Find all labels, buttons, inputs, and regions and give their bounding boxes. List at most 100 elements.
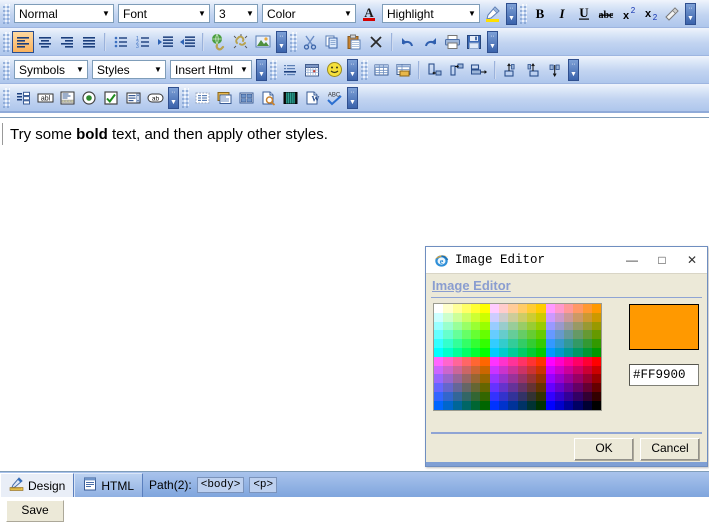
color-swatch[interactable] [434,347,444,357]
color-swatch[interactable] [434,330,444,340]
color-swatch[interactable] [526,321,537,331]
color-swatch[interactable] [443,304,453,313]
italic-button[interactable]: I [551,3,573,25]
insert-html-combo[interactable]: Insert Html ▼ [170,60,252,79]
color-swatch[interactable] [508,400,518,410]
color-swatch[interactable] [434,365,444,375]
toolbar-grip[interactable] [270,59,277,80]
word-paste-button[interactable]: W [301,87,323,109]
color-swatch[interactable] [592,347,602,357]
color-swatch[interactable] [480,330,490,340]
color-swatch[interactable] [592,374,602,384]
color-swatch[interactable] [452,304,462,313]
color-swatch[interactable] [573,347,583,357]
color-swatch[interactable] [564,304,574,313]
color-swatch[interactable] [573,400,583,410]
color-swatch[interactable] [582,347,593,357]
color-swatch[interactable] [471,356,481,366]
color-swatch[interactable] [592,330,602,340]
minimize-icon[interactable]: — [617,247,647,273]
color-swatch[interactable] [471,347,481,357]
color-swatch[interactable] [526,304,537,313]
path-tag-p[interactable]: <p> [249,477,278,493]
color-swatch[interactable] [471,321,481,331]
color-swatch[interactable] [554,339,565,348]
color-swatch[interactable] [508,391,518,401]
color-swatch[interactable] [592,365,602,375]
color-swatch[interactable] [499,365,509,375]
color-swatch[interactable] [545,347,555,357]
save-button-toolbar[interactable] [463,31,485,53]
highlight-combo[interactable]: Highlight ▼ [382,4,480,23]
color-swatch[interactable] [499,312,509,322]
bold-button[interactable]: B [529,3,551,25]
color-swatch[interactable] [461,356,472,366]
toolbar-grip[interactable] [361,59,368,80]
color-swatch[interactable] [499,347,509,357]
align-justify-button[interactable] [78,31,100,53]
color-swatch[interactable] [499,391,509,401]
ok-button[interactable]: OK [574,438,634,461]
color-swatch[interactable] [545,391,555,401]
color-swatch[interactable] [526,356,537,366]
color-swatch[interactable] [536,347,546,357]
color-swatch[interactable] [489,400,500,410]
paste-button[interactable] [343,31,365,53]
radio-button-button[interactable] [78,87,100,109]
color-swatch[interactable] [573,356,583,366]
color-swatch[interactable] [526,391,537,401]
color-swatch[interactable] [499,321,509,331]
color-swatch[interactable] [592,312,602,322]
color-swatch[interactable] [499,356,509,366]
color-swatch[interactable] [526,383,537,392]
color-swatch[interactable] [582,374,593,384]
color-swatch[interactable] [489,321,500,331]
color-swatch[interactable] [443,347,453,357]
color-swatch[interactable] [480,321,490,331]
color-swatch[interactable] [554,374,565,384]
underline-button[interactable]: U [573,3,595,25]
dialog-title-bar[interactable]: e Image Editor — □ ✕ [426,247,707,274]
color-swatch[interactable] [480,339,490,348]
color-swatch[interactable] [452,400,462,410]
textarea-button[interactable] [56,87,78,109]
toolbar-grip[interactable] [290,31,297,52]
color-swatch[interactable] [526,400,537,410]
color-swatch[interactable] [508,383,518,392]
color-swatch[interactable] [489,330,500,340]
color-swatch[interactable] [499,374,509,384]
color-swatch[interactable] [489,383,500,392]
color-swatch[interactable] [434,312,444,322]
color-swatch[interactable] [564,330,574,340]
color-swatch[interactable] [545,321,555,331]
insert-table-button[interactable] [370,59,392,81]
fontsize-combo[interactable]: 3 ▼ [214,4,258,23]
editor-content[interactable]: Try some bold text, and then apply other… [10,126,328,143]
merge-cells-button[interactable] [468,59,490,81]
color-swatch[interactable] [517,312,527,322]
color-swatch[interactable] [461,391,472,401]
color-swatch[interactable] [480,391,490,401]
color-swatch[interactable] [443,330,453,340]
color-swatch[interactable] [471,374,481,384]
eraser-icon[interactable] [661,3,683,25]
color-swatch[interactable] [573,330,583,340]
toolbar-grip[interactable] [3,31,10,52]
color-swatch[interactable] [573,321,583,331]
color-swatch[interactable] [536,321,546,331]
color-swatch[interactable] [508,304,518,313]
color-swatch[interactable] [508,347,518,357]
align-center-button[interactable] [34,31,56,53]
color-swatch[interactable] [452,374,462,384]
color-swatch[interactable] [573,383,583,392]
toolbar-grip[interactable] [182,87,189,108]
toolbar-overflow-button[interactable]: ·· ▼ [506,2,517,25]
color-swatch[interactable] [526,347,537,357]
color-swatch[interactable] [471,330,481,340]
color-swatch[interactable] [480,347,490,357]
insert-column-left-button[interactable] [500,59,522,81]
color-swatch[interactable] [471,383,481,392]
toolbar-overflow-button[interactable]: ·· ▼ [685,2,696,25]
superscript-button[interactable]: x2 [617,3,639,25]
numbered-list-button[interactable]: 123 [132,31,154,53]
